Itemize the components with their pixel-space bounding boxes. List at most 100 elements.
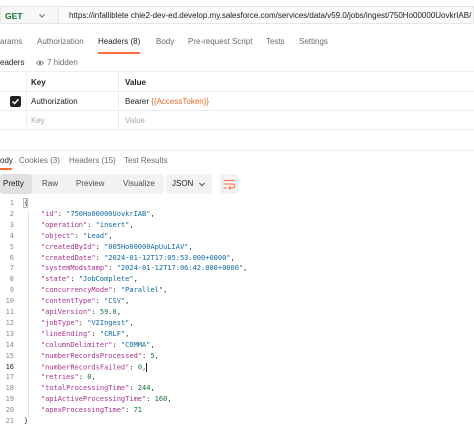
headers-table-header: [0, 72, 474, 92]
json-value: "JobComplete": [78, 275, 134, 284]
eye-hidden-icon: [35, 60, 45, 66]
code-line: "systemModstamp": "2024-01-12T17:06:42.0…: [40, 264, 248, 273]
hidden-count: 7 hidden: [47, 58, 78, 67]
json-comma: ,: [125, 329, 130, 338]
code-line: "numberRecordsProcessed": 5,: [40, 351, 159, 360]
json-key: "apexProcessingTime": [40, 406, 126, 415]
tab-body[interactable]: Body: [156, 37, 174, 46]
code-line: "state": "JobComplete",: [40, 275, 138, 284]
json-value: "CRLF": [99, 329, 126, 338]
response-body-editor[interactable]: 1 2 3 4 5 6 7 8 9 10 11 12 13 14 15 16 17 18 19 20 21{ "id":…: [0, 197, 474, 429]
header-enabled-checkbox[interactable]: [10, 96, 21, 107]
line-number: 20: [5, 406, 14, 415]
tab-params[interactable]: arams: [0, 37, 22, 46]
line-number: 6: [9, 253, 14, 262]
code-line: "contentType": "CSV",: [40, 297, 130, 306]
code-line: "numberRecordsFailed": 0,: [40, 362, 148, 372]
line-number: 19: [5, 395, 14, 404]
wrap-lines-icon: [223, 179, 236, 190]
view-raw-button[interactable]: Raw: [42, 179, 58, 188]
json-value: "V2Ingest": [87, 318, 130, 327]
json-key: "createdById": [40, 242, 96, 251]
headers-label: eaders: [0, 58, 25, 67]
json-comma: ,: [116, 308, 121, 316]
json-value: "Parallel": [120, 286, 164, 295]
json-comma: ,: [133, 275, 138, 284]
line-number: 4: [9, 231, 14, 240]
code-line: "totalProcessingTime": 244,: [40, 384, 155, 393]
json-key: "id": [40, 209, 58, 218]
code-line: "object": "Lead",: [40, 231, 113, 240]
line-number: 15: [5, 351, 14, 360]
json-key: "systemModstamp": [40, 264, 109, 273]
tab-response-body[interactable]: ody: [0, 156, 13, 165]
header-value-authorization[interactable]: Bearer {{AccessToken}}: [125, 97, 209, 106]
header-value-prefix: Bearer: [125, 97, 152, 106]
code-line: "id": "750Ho00000UovkrIAB",: [40, 209, 155, 218]
format-select[interactable]: JSON: [166, 174, 212, 194]
line-number: 5: [9, 242, 14, 251]
json-comma: ,: [154, 351, 159, 360]
wrap-lines-button[interactable]: [220, 174, 238, 194]
method-select[interactable]: GET: [0, 6, 58, 24]
url-text: https://infalliblete chie2-dev-ed.develo…: [69, 11, 472, 20]
json-comma: ,: [108, 231, 113, 240]
line-number: 9: [9, 286, 14, 295]
line-number: 10: [5, 297, 14, 306]
format-select-value: JSON: [172, 179, 194, 188]
json-brace: }: [24, 417, 29, 425]
tab-pre-request-script[interactable]: Pre-request Script: [188, 37, 252, 46]
code-line: "createdDate": "2024-01-12T17:05:53.000+…: [40, 253, 235, 262]
json-value: 244: [137, 384, 151, 393]
header-row-new: [0, 111, 474, 130]
response-view-toolbar: Pretty Raw Preview Visualize JSON: [0, 174, 474, 196]
line-number: 14: [5, 340, 14, 349]
json-value: 71: [133, 406, 143, 415]
json-comma: ,: [150, 384, 155, 393]
json-key: "jobType": [40, 318, 79, 327]
chevron-down-icon: [39, 14, 45, 18]
json-value: "COMMA": [120, 340, 151, 349]
json-value: "insert": [95, 220, 130, 229]
view-preview-button[interactable]: Preview: [76, 179, 104, 188]
json-value: "CSV": [104, 297, 126, 306]
code-line: "lineEnding": "CRLF",: [40, 329, 130, 338]
url-input[interactable]: https://infalliblete chie2-dev-ed.develo…: [58, 6, 474, 24]
line-number: 18: [5, 384, 14, 393]
json-comma: ,: [150, 340, 155, 349]
tab-response-headers[interactable]: Headers (15): [69, 156, 116, 165]
header-key-authorization[interactable]: Authorization: [31, 97, 78, 106]
tab-response-cookies[interactable]: Cookies (3): [19, 156, 60, 165]
hidden-headers-toggle[interactable]: 7 hidden: [35, 58, 78, 67]
line-number: 3: [9, 220, 14, 229]
new-header-value-input[interactable]: Value: [125, 116, 145, 125]
line-number: 12: [5, 318, 14, 327]
json-key: "numberRecordsProcessed": [40, 351, 143, 360]
json-comma: ,: [163, 286, 168, 295]
json-comma: ,: [125, 297, 130, 306]
tab-authorization[interactable]: Authorization: [37, 37, 84, 46]
new-header-key-input[interactable]: Key: [31, 116, 45, 125]
view-pretty-button[interactable]: Pretty: [3, 179, 24, 188]
tab-response-test-results[interactable]: Test Results: [124, 156, 168, 165]
line-number: 21: [5, 417, 14, 425]
code-line: }: [24, 417, 28, 425]
code-line: "jobType": "V2Ingest",: [40, 318, 134, 327]
tab-headers[interactable]: Headers (8): [98, 37, 140, 46]
line-number: 8: [9, 275, 14, 284]
line-number: 11: [5, 308, 14, 316]
json-value: "Lead": [83, 231, 109, 240]
header-value-variable: {{AccessToken}}: [151, 97, 210, 106]
tab-tests[interactable]: Tests: [266, 37, 285, 46]
tab-settings[interactable]: Settings: [299, 37, 328, 46]
brace-match-highlight: [23, 198, 28, 208]
json-comma: ,: [91, 373, 96, 382]
headers-subbar: eaders 7 hidden: [0, 54, 474, 72]
view-visualize-button[interactable]: Visualize: [123, 179, 155, 188]
json-value: "2024-01-12T17:05:53.000+0000": [104, 253, 231, 262]
request-tabs: arams Authorization Headers (8) Body Pre…: [0, 32, 474, 54]
json-comma: ,: [243, 264, 248, 273]
json-key: "contentType": [40, 297, 96, 306]
line-number: 17: [5, 373, 14, 382]
json-value: "2024-01-12T17:06:42.000+0000": [116, 264, 244, 273]
